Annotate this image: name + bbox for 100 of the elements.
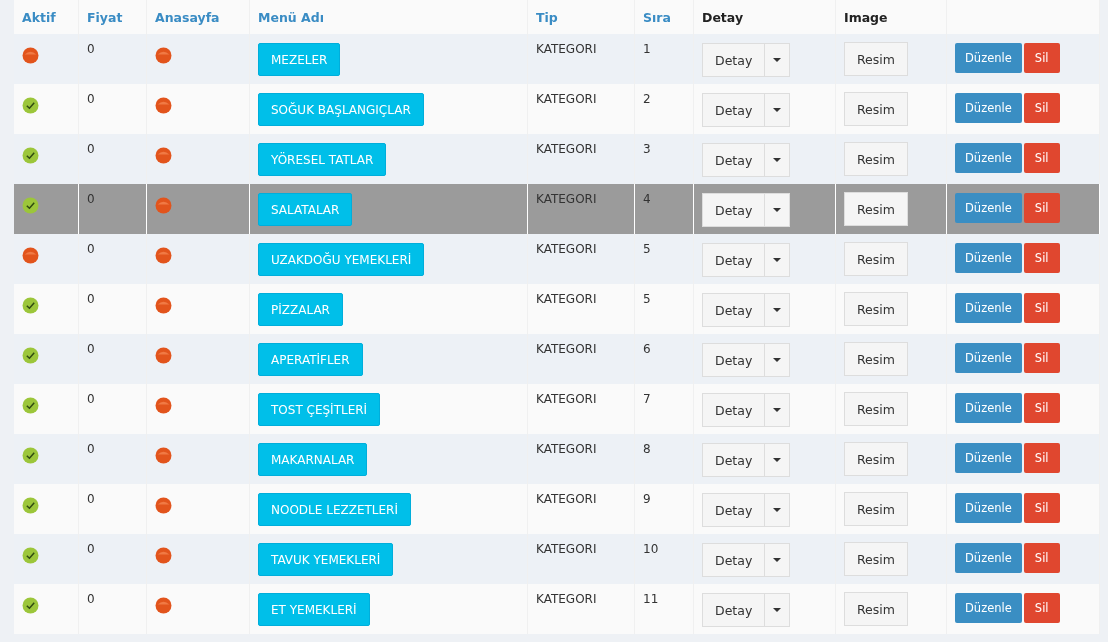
detail-button[interactable]: Detay	[702, 443, 766, 477]
caret-icon	[773, 208, 782, 212]
image-button[interactable]: Resim	[844, 142, 908, 176]
dropdown-toggle[interactable]	[765, 293, 791, 327]
dropdown-toggle[interactable]	[765, 43, 791, 77]
image-button[interactable]: Resim	[844, 92, 908, 126]
delete-button[interactable]: Sil	[1023, 93, 1060, 123]
type-text: KATEGORI	[536, 492, 597, 506]
detail-button[interactable]: Detay	[702, 193, 766, 227]
caret-icon	[773, 608, 782, 612]
image-button[interactable]: Resim	[844, 392, 908, 426]
table-row[interactable]: 0 TOST ÇEŞİTLERİ KATEGORI 7 Detay Resim Düzenle Sil	[14, 384, 1100, 434]
column-header: Anasayfa	[155, 9, 220, 25]
column-header: Aktif	[22, 9, 56, 25]
column-header: Tip	[536, 9, 558, 25]
dropdown-toggle[interactable]	[765, 143, 791, 177]
table-row[interactable]: 0 SALATALAR KATEGORI 4 Detay Resim Düzenle Sil	[14, 184, 1100, 234]
table-row[interactable]: 0 NOODLE LEZZETLERİ KATEGORI 9 Detay Resim Düzenle Sil	[14, 484, 1100, 534]
detail-button[interactable]: Detay	[702, 343, 766, 377]
dropdown-toggle[interactable]	[765, 343, 791, 377]
detail-button[interactable]: Detay	[702, 393, 766, 427]
delete-button[interactable]: Sil	[1023, 443, 1060, 473]
price-text: 0	[87, 542, 95, 556]
edit-button[interactable]: Düzenle	[955, 43, 1022, 73]
price-text: 0	[87, 392, 95, 406]
image-button[interactable]: Resim	[844, 192, 908, 226]
delete-button[interactable]: Sil	[1023, 493, 1060, 523]
dropdown-toggle[interactable]	[765, 393, 791, 427]
delete-button[interactable]: Sil	[1023, 293, 1060, 323]
delete-button[interactable]: Sil	[1023, 543, 1060, 573]
column-header: Fiyat	[87, 9, 123, 25]
table-row[interactable]: 0 MAKARNALAR KATEGORI 8 Detay Resim Düzenle Sil	[14, 434, 1100, 484]
type-text: KATEGORI	[536, 392, 597, 406]
table-row[interactable]: 0 MEZELER KATEGORI 1 Detay Resim Düzenle Sil	[14, 34, 1100, 84]
dropdown-toggle[interactable]	[765, 443, 791, 477]
table-row[interactable]: 0 APERATİFLER KATEGORI 6 Detay Resim Düzenle Sil	[14, 334, 1100, 384]
dropdown-toggle[interactable]	[765, 93, 791, 127]
detail-button[interactable]: Detay	[702, 593, 766, 627]
edit-button[interactable]: Düzenle	[955, 593, 1022, 623]
dropdown-toggle[interactable]	[765, 543, 791, 577]
detail-button[interactable]: Detay	[702, 293, 766, 327]
order-text: 11	[643, 592, 659, 606]
table-row[interactable]: 0 ET YEMEKLERİ KATEGORI 11 Detay Resim Düzenle Sil	[14, 584, 1100, 634]
table-row[interactable]: 0 UZAKDOĞU YEMEKLERİ KATEGORI 5 Detay Resim Düzenle Sil	[14, 234, 1100, 284]
order-text: 4	[643, 192, 651, 206]
price-text: 0	[87, 192, 95, 206]
edit-button[interactable]: Düzenle	[955, 143, 1022, 173]
image-button[interactable]: Resim	[844, 592, 908, 626]
edit-button[interactable]: Düzenle	[955, 493, 1022, 523]
order-text: 2	[643, 92, 651, 106]
dropdown-toggle[interactable]	[765, 243, 791, 277]
image-button[interactable]: Resim	[844, 42, 908, 76]
detail-button[interactable]: Detay	[702, 43, 766, 77]
edit-button[interactable]: Düzenle	[955, 343, 1022, 373]
table-row[interactable]: 0 YÖRESEL TATLAR KATEGORI 3 Detay Resim Düzenle Sil	[14, 134, 1100, 184]
detail-button[interactable]: Detay	[702, 93, 766, 127]
detail-button[interactable]: Detay	[702, 143, 766, 177]
delete-button[interactable]: Sil	[1023, 393, 1060, 423]
edit-button[interactable]: Düzenle	[955, 243, 1022, 273]
dropdown-toggle[interactable]	[765, 593, 791, 627]
edit-button[interactable]: Düzenle	[955, 193, 1022, 223]
delete-button[interactable]: Sil	[1023, 593, 1060, 623]
order-text: 9	[643, 492, 651, 506]
image-button[interactable]: Resim	[844, 342, 908, 376]
delete-button[interactable]: Sil	[1023, 143, 1060, 173]
order-text: 3	[643, 142, 651, 156]
edit-button[interactable]: Düzenle	[955, 93, 1022, 123]
edit-button[interactable]: Düzenle	[955, 393, 1022, 423]
detail-button[interactable]: Detay	[702, 493, 766, 527]
table-row[interactable]: 0 TAVUK YEMEKLERİ KATEGORI 10 Detay Resim Düzenle Sil	[14, 534, 1100, 584]
delete-button[interactable]: Sil	[1023, 43, 1060, 73]
column-header: Detay	[702, 9, 744, 25]
order-text: 1	[643, 42, 651, 56]
dropdown-toggle[interactable]	[765, 493, 791, 527]
caret-icon	[773, 108, 782, 112]
table-row[interactable]: 0 SOĞUK BAŞLANGIÇLAR KATEGORI 2 Detay Resim Düzenle Sil	[14, 84, 1100, 134]
order-text: 7	[643, 392, 651, 406]
delete-button[interactable]: Sil	[1023, 193, 1060, 223]
delete-button[interactable]: Sil	[1023, 343, 1060, 373]
image-button[interactable]: Resim	[844, 492, 908, 526]
table-row[interactable]: 0 PİZZALAR KATEGORI 5 Detay Resim Düzenle Sil	[14, 284, 1100, 334]
image-button[interactable]: Resim	[844, 292, 908, 326]
caret-icon	[773, 358, 782, 362]
edit-button[interactable]: Düzenle	[955, 543, 1022, 573]
edit-button[interactable]: Düzenle	[955, 293, 1022, 323]
delete-button[interactable]: Sil	[1023, 243, 1060, 273]
price-text: 0	[87, 142, 95, 156]
detail-button[interactable]: Detay	[702, 243, 766, 277]
image-button[interactable]: Resim	[844, 442, 908, 476]
type-text: KATEGORI	[536, 142, 597, 156]
dropdown-toggle[interactable]	[765, 193, 791, 227]
price-text: 0	[87, 492, 95, 506]
image-button[interactable]: Resim	[844, 242, 908, 276]
caret-icon	[773, 58, 782, 62]
order-text: 6	[643, 342, 651, 356]
edit-button[interactable]: Düzenle	[955, 443, 1022, 473]
type-text: KATEGORI	[536, 242, 597, 256]
detail-button[interactable]: Detay	[702, 543, 766, 577]
image-button[interactable]: Resim	[844, 542, 908, 576]
type-text: KATEGORI	[536, 342, 597, 356]
